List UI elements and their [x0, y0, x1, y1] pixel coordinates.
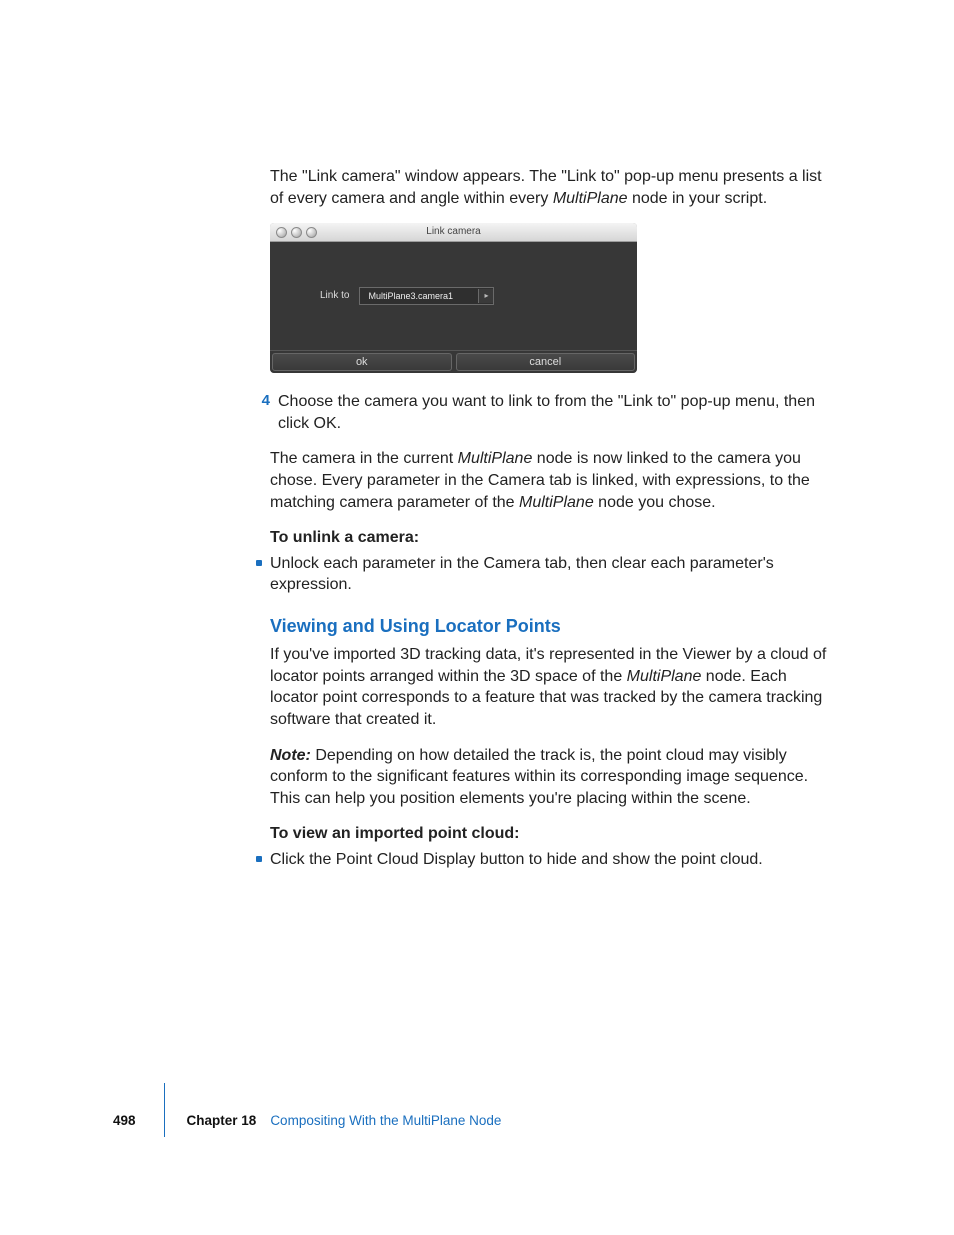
note-body: Depending on how detailed the track is, …	[270, 747, 808, 807]
intro-text-2: node in your script.	[628, 190, 768, 207]
content-column: The "Link camera" window appears. The "L…	[270, 166, 830, 881]
window-title: Link camera	[270, 225, 637, 239]
intro-paragraph: The "Link camera" window appears. The "L…	[270, 166, 830, 209]
window-body: Link to MultiPlane3.camera1 ▸	[270, 242, 637, 350]
linkto-popup-value: MultiPlane3.camera1	[360, 290, 478, 302]
step-4: 4 Choose the camera you want to link to …	[270, 391, 830, 434]
locator-section-heading: Viewing and Using Locator Points	[270, 614, 830, 638]
cancel-button[interactable]: cancel	[456, 353, 636, 371]
page: The "Link camera" window appears. The "L…	[0, 0, 954, 1235]
step-text: Choose the camera you want to link to fr…	[278, 391, 830, 434]
page-footer: 498 Chapter 18 Compositing With the Mult…	[113, 1103, 501, 1137]
intro-em: MultiPlane	[553, 190, 628, 207]
bullet-icon	[256, 560, 262, 566]
after-c: node you chose.	[594, 494, 716, 511]
view-pointcloud-bullet: Click the Point Cloud Display button to …	[270, 849, 830, 871]
ok-button[interactable]: ok	[272, 353, 452, 371]
locator-em: MultiPlane	[627, 668, 702, 685]
view-pointcloud-text: Click the Point Cloud Display button to …	[270, 849, 830, 871]
bullet-icon	[256, 856, 262, 862]
linkto-label: Link to	[320, 289, 349, 303]
window-titlebar: Link camera	[270, 223, 637, 242]
step-number: 4	[250, 391, 278, 434]
note-paragraph: Note: Depending on how detailed the trac…	[270, 745, 830, 810]
window-buttons: ok cancel	[270, 350, 637, 373]
after-a: The camera in the current	[270, 450, 458, 467]
after-em2: MultiPlane	[519, 494, 594, 511]
footer-divider	[164, 1083, 165, 1137]
unlink-bullet: Unlock each parameter in the Camera tab,…	[270, 553, 830, 596]
after-em1: MultiPlane	[458, 450, 533, 467]
locator-paragraph: If you've imported 3D tracking data, it'…	[270, 644, 830, 730]
after-step-paragraph: The camera in the current MultiPlane nod…	[270, 448, 830, 513]
view-pointcloud-heading: To view an imported point cloud:	[270, 823, 830, 845]
link-camera-window: Link camera Link to MultiPlane3.camera1 …	[270, 223, 637, 373]
unlink-heading: To unlink a camera:	[270, 527, 830, 549]
unlink-bullet-text: Unlock each parameter in the Camera tab,…	[270, 553, 830, 596]
chapter-label: Chapter 18	[187, 1113, 271, 1128]
note-label: Note:	[270, 747, 311, 764]
dropdown-arrow-icon[interactable]: ▸	[478, 289, 493, 303]
linkto-popup[interactable]: MultiPlane3.camera1 ▸	[359, 287, 494, 305]
page-number: 498	[113, 1113, 164, 1128]
chapter-title: Compositing With the MultiPlane Node	[270, 1113, 501, 1128]
